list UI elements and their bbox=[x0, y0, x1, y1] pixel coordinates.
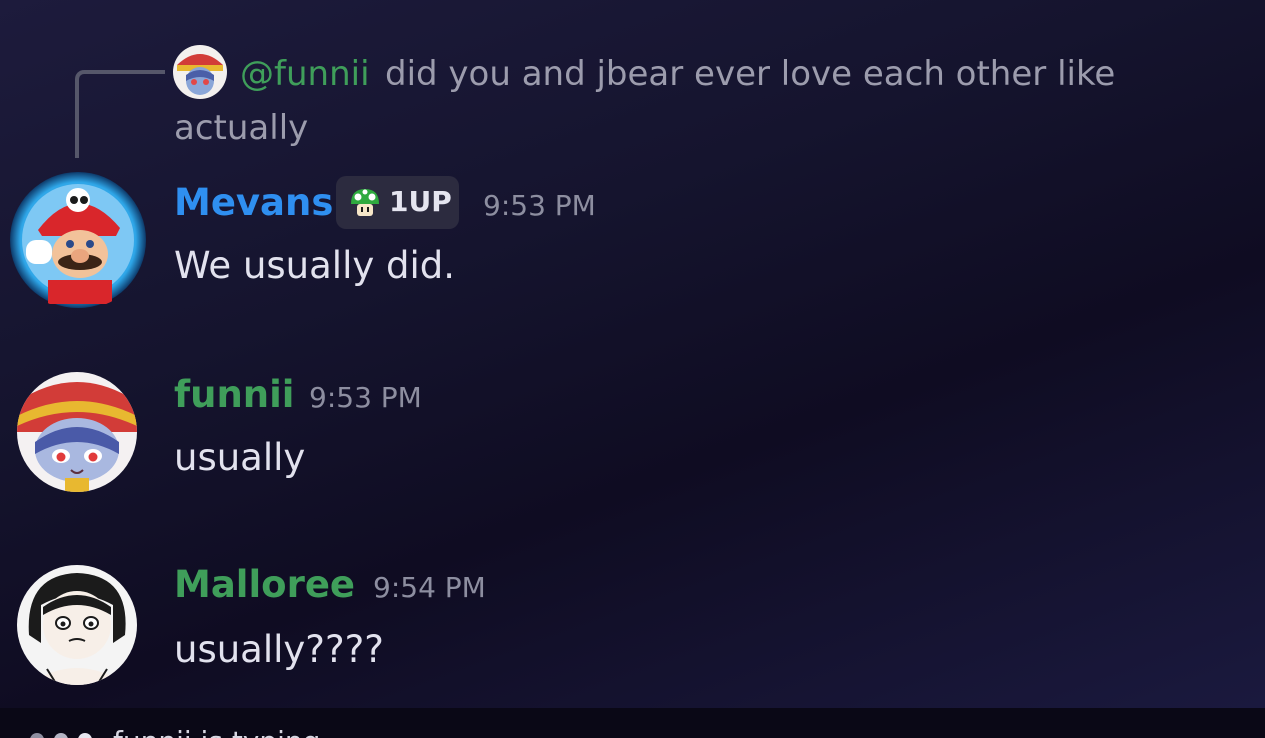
reply-connector-line bbox=[75, 70, 165, 158]
typing-dots-icon bbox=[30, 733, 110, 738]
reply-preview-text[interactable]: did you and jbear ever love each other l… bbox=[385, 52, 1115, 96]
reply-avatar[interactable] bbox=[173, 45, 227, 99]
user-badge[interactable]: 1UP bbox=[336, 176, 459, 229]
timestamp: 9:53 PM bbox=[483, 189, 596, 222]
typing-indicator-text: funnii is typing bbox=[113, 724, 320, 738]
timestamp: 9:54 PM bbox=[373, 571, 486, 604]
typing-indicator-bar: funnii is typing bbox=[0, 708, 1265, 738]
avatar-malloree[interactable] bbox=[17, 565, 137, 685]
message-text[interactable]: usually bbox=[174, 434, 305, 482]
badge-label: 1UP bbox=[389, 185, 452, 218]
green-mushroom-icon bbox=[351, 189, 379, 216]
avatar-mevans[interactable] bbox=[8, 170, 148, 310]
reply-preview-text-continued[interactable]: actually bbox=[174, 106, 308, 150]
avatar-funnii[interactable] bbox=[17, 372, 137, 492]
message-text[interactable]: We usually did. bbox=[174, 242, 455, 290]
timestamp: 9:53 PM bbox=[309, 381, 422, 414]
username-funnii[interactable]: funnii bbox=[174, 372, 295, 418]
username-malloree[interactable]: Malloree bbox=[174, 562, 355, 608]
message-text[interactable]: usually???? bbox=[174, 626, 384, 674]
username-mevans[interactable]: Mevans bbox=[174, 180, 333, 226]
reply-mention[interactable]: @funnii bbox=[240, 52, 370, 96]
